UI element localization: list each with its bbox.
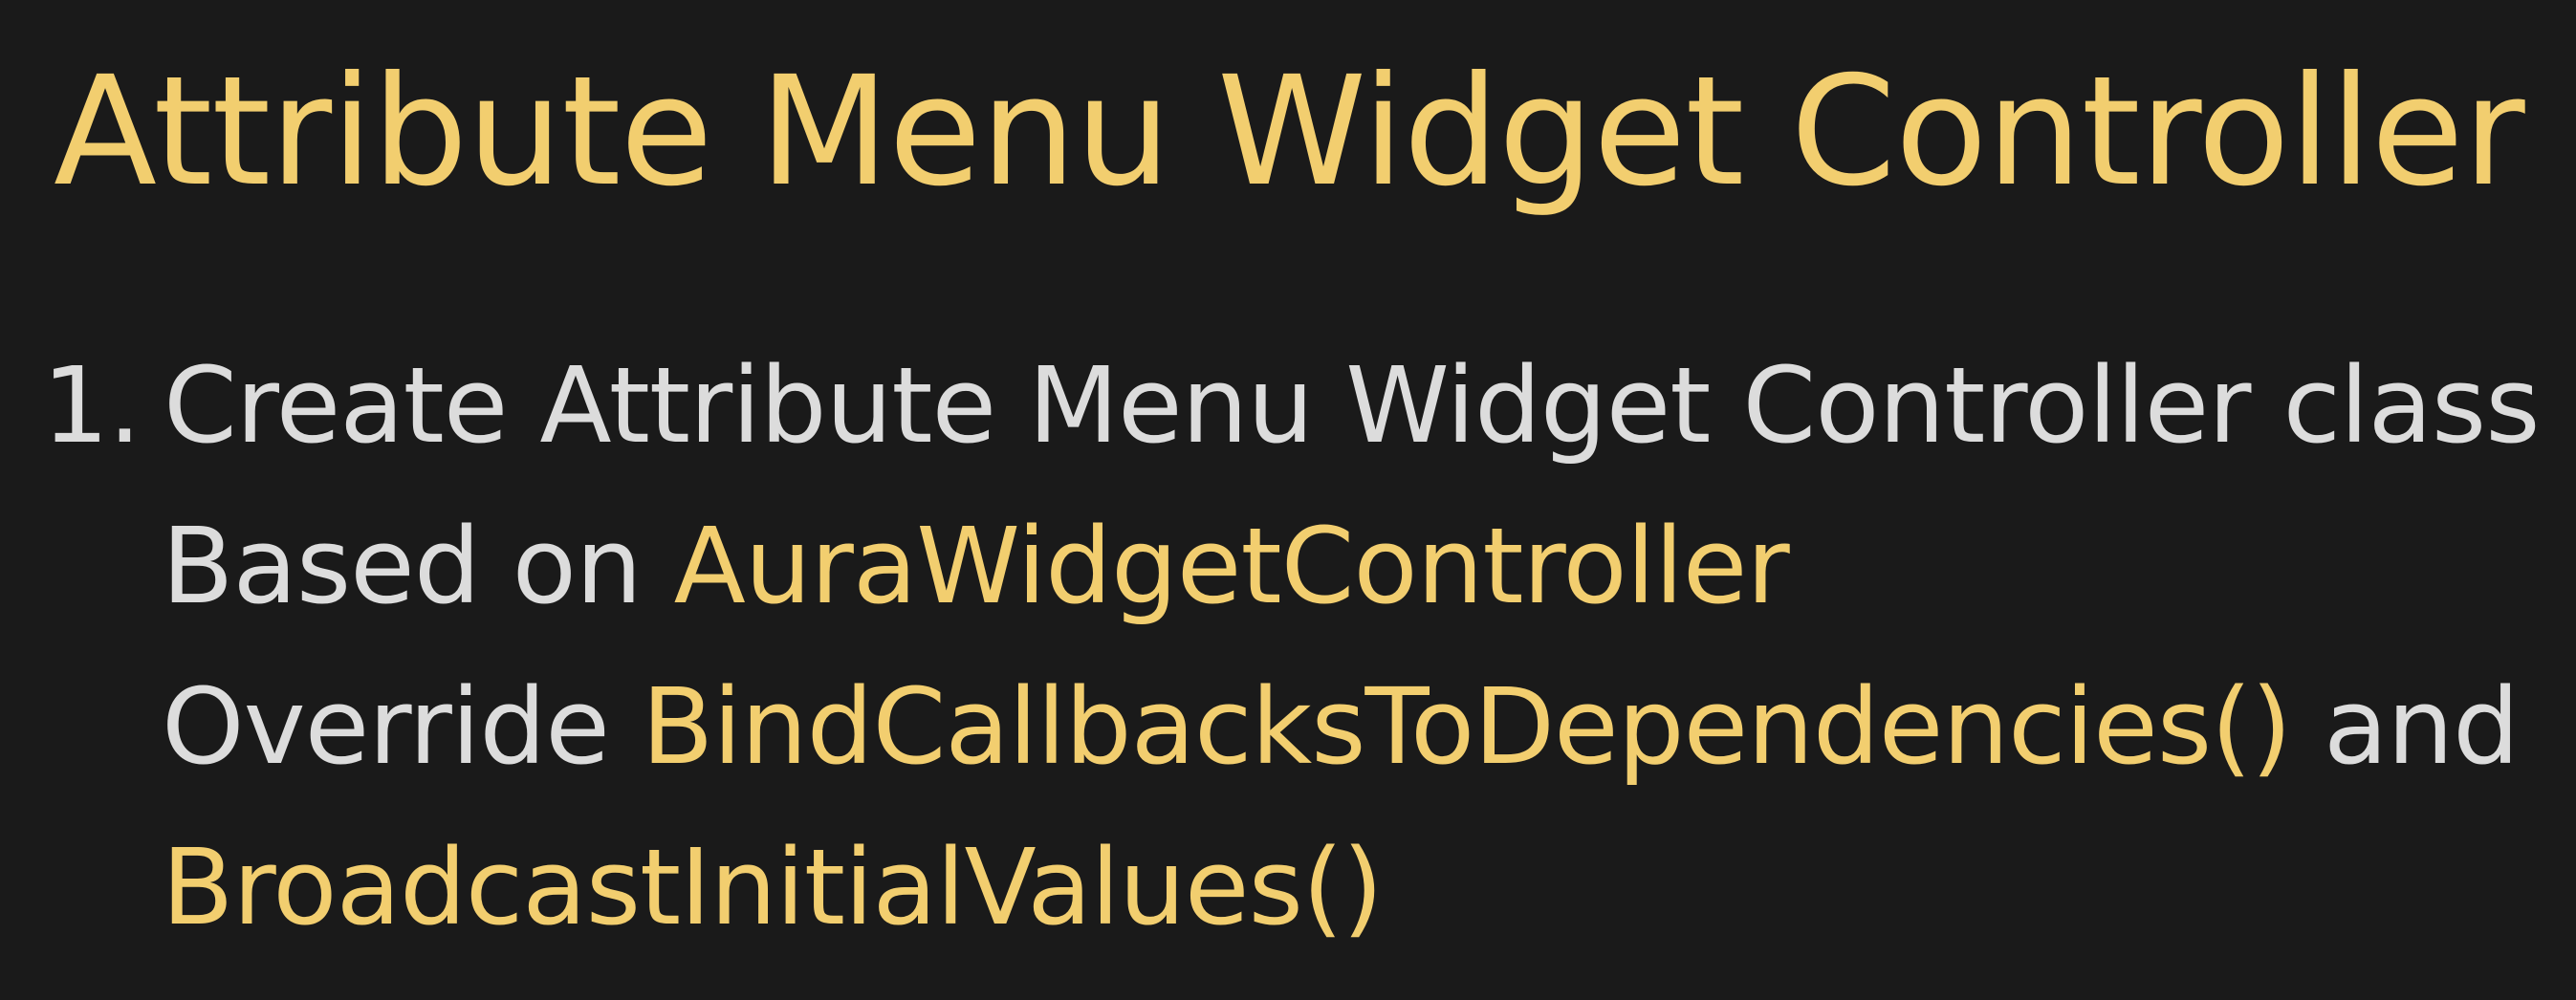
override-line-2: BroadcastInitialValues() xyxy=(42,807,2540,967)
and-word: and xyxy=(2323,665,2520,788)
step-item-1: 1. Create Attribute Menu Widget Controlle… xyxy=(42,325,2541,486)
step-list: 1. Create Attribute Menu Widget Controlle… xyxy=(42,325,2541,967)
step-number: 1. xyxy=(42,344,142,467)
base-class-name: AuraWidgetController xyxy=(673,505,1790,627)
override-function-2: BroadcastInitialValues() xyxy=(162,826,1384,948)
override-function-1: BindCallbacksToDependencies() xyxy=(641,665,2292,788)
override-line: Override BindCallbacksToDependencies() a… xyxy=(42,646,2540,807)
slide: Attribute Menu Widget Controller 1. Creat… xyxy=(0,0,2576,1000)
based-on-label: Based on xyxy=(162,505,643,627)
step-text: Create Attribute Menu Widget Controller … xyxy=(163,344,2541,467)
override-label: Override xyxy=(162,665,610,788)
slide-title: Attribute Menu Widget Controller xyxy=(54,44,2525,220)
based-on-line: Based on AuraWidgetController xyxy=(42,486,2540,646)
